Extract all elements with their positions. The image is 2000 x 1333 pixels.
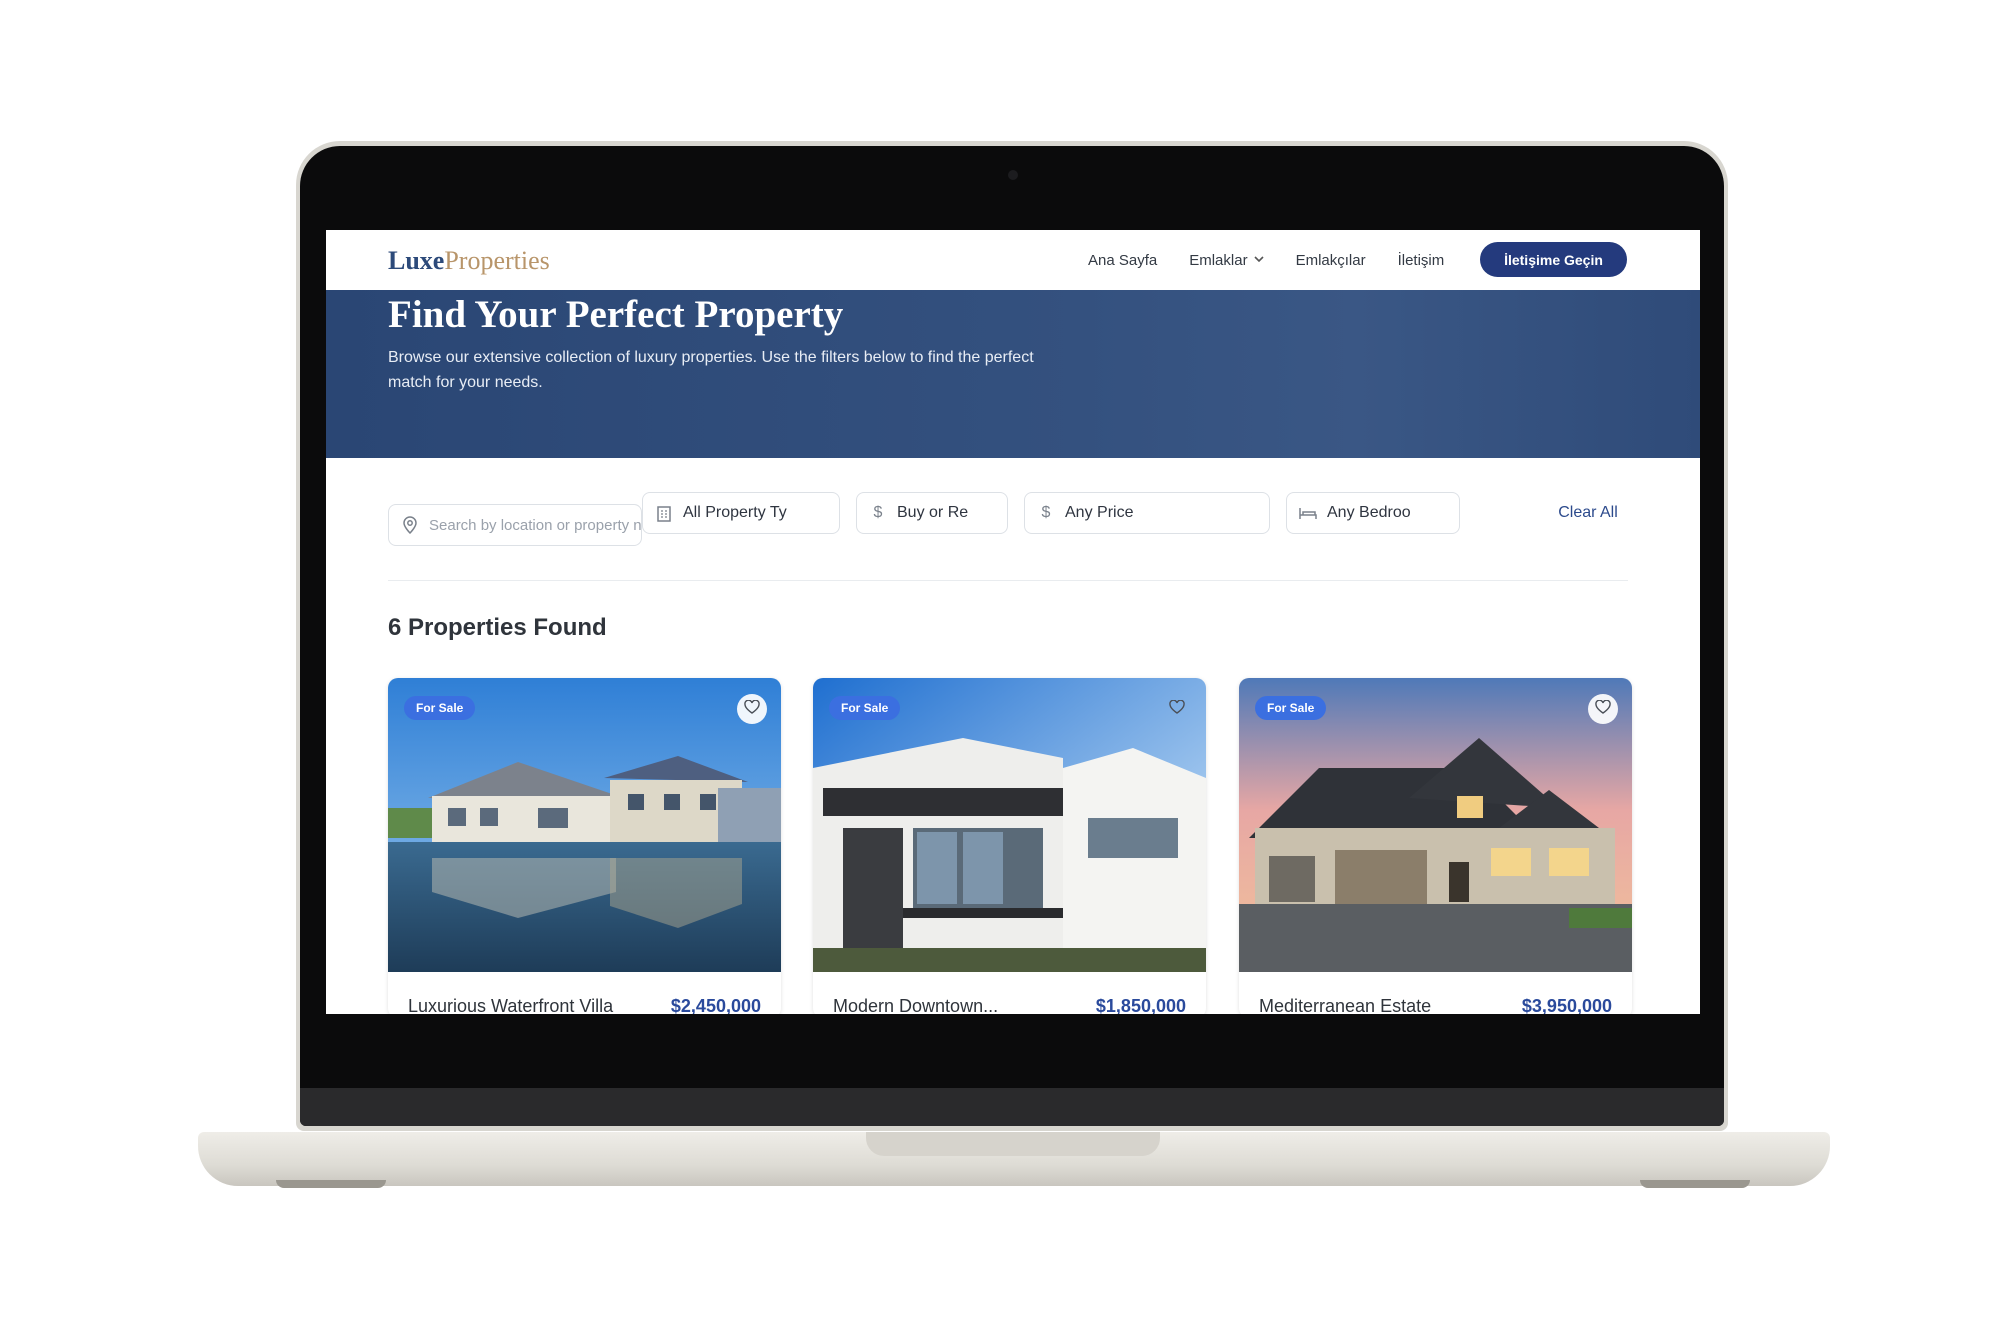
logo-primary: Luxe <box>388 246 445 275</box>
property-card[interactable]: For Sale Luxurious Waterfront Villa $2,4… <box>388 678 781 1014</box>
bedrooms-value: Any Bedroo <box>1327 504 1411 521</box>
status-badge: For Sale <box>1255 696 1327 720</box>
logo-secondary: Properties <box>444 246 550 275</box>
nav-link-contact[interactable]: İletişim <box>1398 252 1445 269</box>
favorite-button[interactable] <box>737 694 767 724</box>
favorite-button[interactable] <box>1162 694 1192 724</box>
property-price: $3,950,000 <box>1521 996 1612 1014</box>
price-select[interactable]: $ Any Price <box>1024 492 1270 534</box>
nav-link-home[interactable]: Ana Sayfa <box>1088 252 1157 269</box>
dollar-icon: $ <box>873 504 883 521</box>
property-image <box>813 678 1206 972</box>
laptop-foot <box>276 1180 386 1188</box>
property-image <box>388 678 781 972</box>
hero-subtitle: Browse our extensive collection of luxur… <box>388 349 1034 391</box>
heart-icon <box>744 699 760 719</box>
divider <box>388 580 1628 581</box>
contact-cta-button[interactable]: İletişime Geçin <box>1480 242 1627 277</box>
clear-all-button[interactable]: Clear All <box>1558 500 1618 525</box>
nav-link-listings[interactable]: Emlaklar <box>1189 251 1264 269</box>
heart-icon <box>1169 699 1185 719</box>
location-pin-icon <box>401 516 419 534</box>
site-logo[interactable]: LuxeProperties <box>388 246 550 276</box>
property-title: Modern Downtown... <box>833 996 999 1014</box>
results-count: 6 Properties Found <box>388 614 607 641</box>
listing-type-select[interactable]: $ Buy or Re <box>856 492 1008 534</box>
property-card[interactable]: For Sale Mediterranean Estate $3,950,000 <box>1239 678 1632 1014</box>
listing-type-value: Buy or Re <box>897 504 969 521</box>
camera-icon <box>1008 170 1018 180</box>
nav-link-listings-label: Emlaklar <box>1189 251 1248 269</box>
property-type-select[interactable]: All Property Ty <box>642 492 840 534</box>
nav-link-agents[interactable]: Emlakçılar <box>1296 252 1366 269</box>
dollar-icon: $ <box>1041 504 1051 521</box>
property-title: Mediterranean Estate <box>1259 996 1432 1014</box>
property-type-value: All Property Ty <box>683 504 787 521</box>
search-input[interactable]: Search by location or property nam <box>388 504 642 546</box>
property-card[interactable]: For Sale Modern Downtown... $1,850,000 <box>813 678 1206 1014</box>
status-badge: For Sale <box>829 696 901 720</box>
status-badge: For Sale <box>404 696 476 720</box>
hero-banner: Find Your Perfect Property Browse our ex… <box>326 290 1700 458</box>
price-value: Any Price <box>1065 504 1134 521</box>
laptop-notch <box>866 1132 1160 1156</box>
bedrooms-select[interactable]: Any Bedroo <box>1286 492 1460 534</box>
page-title: Find Your Perfect Property <box>388 293 844 336</box>
laptop-bottom-strip <box>300 1088 1724 1126</box>
filter-bar: Search by location or property nam All P… <box>326 492 1700 552</box>
property-price: $2,450,000 <box>670 996 761 1014</box>
property-title: Luxurious Waterfront Villa <box>408 996 614 1014</box>
search-placeholder: Search by location or property nam <box>429 516 642 534</box>
top-navigation: LuxeProperties Ana Sayfa Emlaklar Emlakç… <box>326 230 1700 290</box>
property-price: $1,850,000 <box>1095 996 1186 1014</box>
building-icon <box>655 504 673 522</box>
bed-icon <box>1299 504 1317 522</box>
browser-viewport: LuxeProperties Ana Sayfa Emlaklar Emlakç… <box>326 230 1700 1014</box>
favorite-button[interactable] <box>1588 694 1618 724</box>
laptop-foot <box>1640 1180 1750 1188</box>
nav-links: Ana Sayfa Emlaklar Emlakçılar İletişim <box>1088 230 1476 290</box>
chevron-down-icon <box>1254 254 1264 266</box>
heart-icon <box>1595 699 1611 719</box>
property-image <box>1239 678 1632 972</box>
